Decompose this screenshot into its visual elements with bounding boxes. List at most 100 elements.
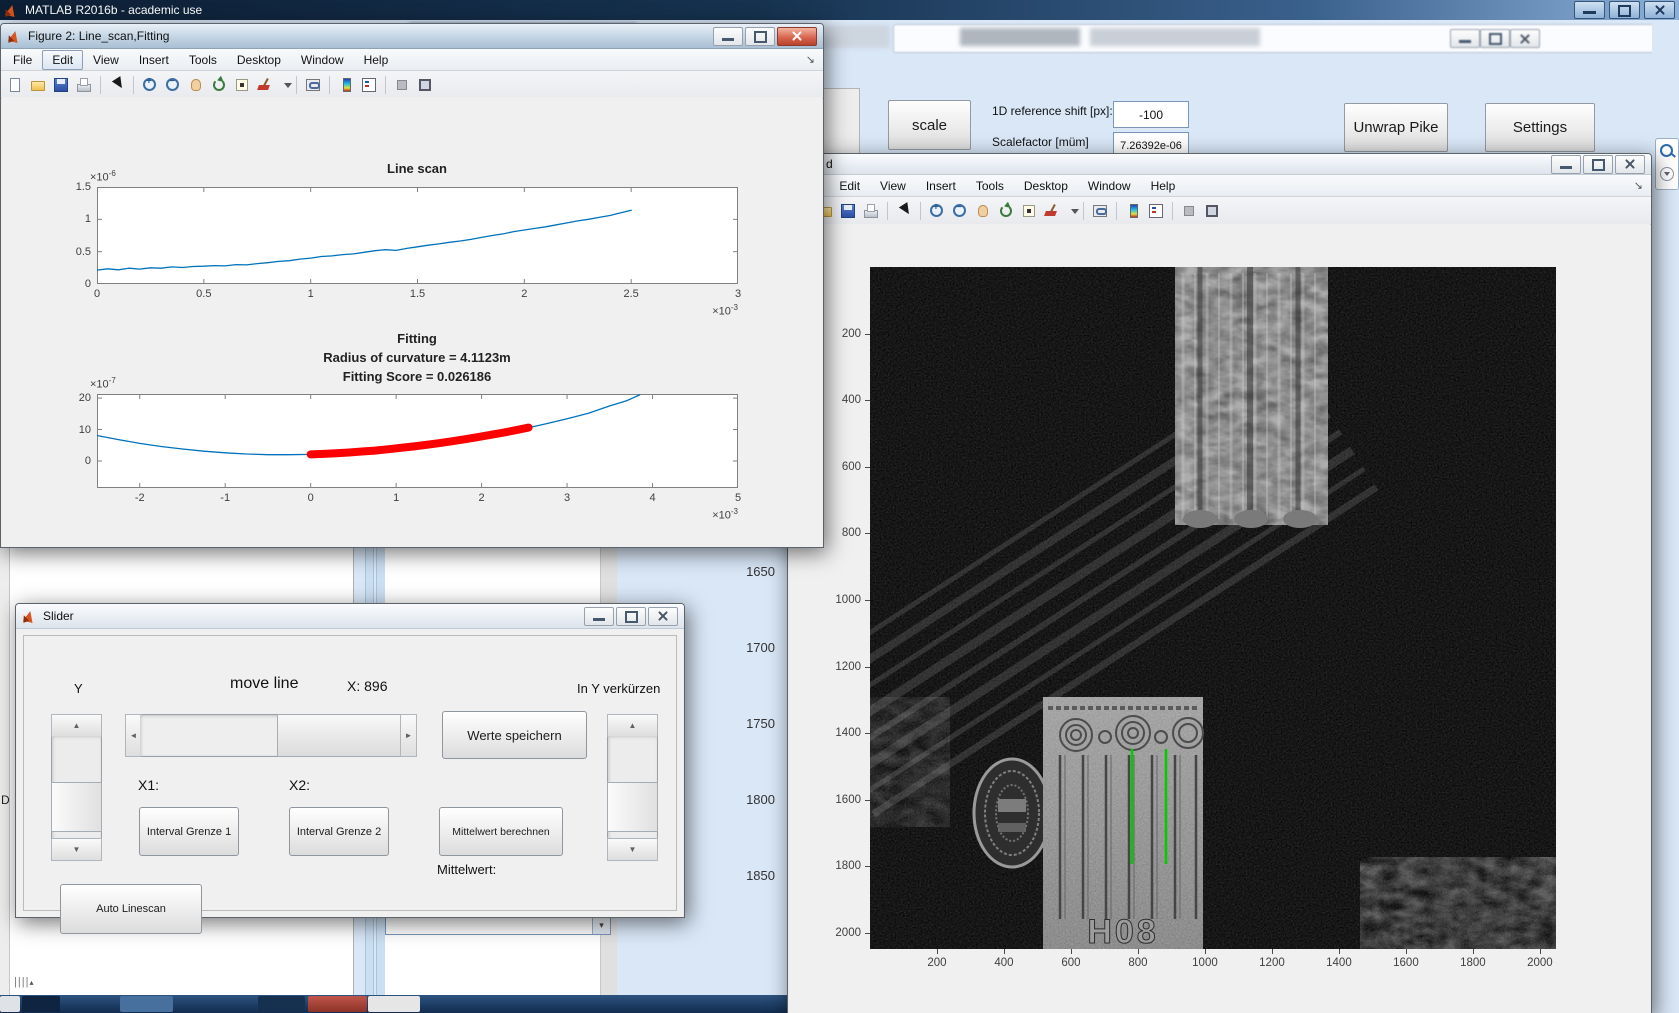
restore-button[interactable] (1609, 1, 1640, 19)
search-box[interactable] (1655, 138, 1679, 190)
taskbar-item[interactable] (120, 996, 173, 1012)
dock-arrow-icon[interactable]: ↘ (806, 53, 815, 66)
insert-colorbar-icon[interactable] (337, 76, 355, 94)
taskbar-item[interactable] (22, 996, 60, 1012)
move-line-slider[interactable]: ◄ ► (125, 714, 417, 757)
menu-desktop[interactable]: Desktop (227, 50, 291, 70)
pointer-icon[interactable] (108, 76, 126, 94)
close-button[interactable] (1615, 154, 1645, 174)
dropdown-caret-icon[interactable] (1066, 202, 1079, 220)
interval-grenze-1-button[interactable]: Interval Grenze 1 (139, 807, 239, 856)
close-button[interactable] (777, 26, 817, 46)
menu-insert[interactable]: Insert (916, 176, 966, 196)
y-slider-left[interactable]: ▲ ▼ (51, 714, 102, 861)
werte-speichern-button[interactable]: Werte speichern (442, 711, 587, 759)
slider-down-button[interactable]: ▼ (51, 838, 102, 861)
restore-button[interactable] (745, 26, 775, 46)
zoom-in-icon[interactable] (928, 202, 946, 220)
print-icon[interactable] (75, 76, 93, 94)
taskbar-item[interactable] (368, 996, 420, 1012)
menu-edit[interactable]: Edit (829, 176, 870, 196)
link-plot-icon[interactable] (1091, 202, 1109, 220)
menu-desktop[interactable]: Desktop (1014, 176, 1078, 196)
figure2-window[interactable]: Figure 2: Line_scan,Fitting File Edit View… (0, 23, 824, 548)
wrapped-phase-image[interactable]: H08 (870, 267, 1556, 949)
slider-right-button[interactable]: ► (400, 714, 417, 757)
menu-help[interactable]: Help (1141, 176, 1186, 196)
dropdown-caret-icon[interactable] (279, 76, 292, 94)
y-slider-right[interactable]: ▲ ▼ (607, 714, 658, 861)
slider-thumb[interactable] (607, 781, 658, 832)
zoom-out-icon[interactable] (951, 202, 969, 220)
menu-window[interactable]: Window (1078, 176, 1141, 196)
menu-tools[interactable]: Tools (966, 176, 1014, 196)
close-button[interactable] (648, 606, 678, 626)
menu-window[interactable]: Window (291, 50, 354, 70)
show-plot-tools-icon[interactable] (1203, 202, 1221, 220)
minimize-button[interactable] (584, 606, 614, 626)
insert-legend-icon[interactable] (360, 76, 378, 94)
auto-linescan-button[interactable]: Auto Linescan (60, 884, 202, 934)
figure-window-right[interactable]: d FileEditViewInsertToolsDesktopWindowHe… (787, 153, 1652, 1013)
rotate-icon[interactable] (210, 76, 228, 94)
menu-edit[interactable]: Edit (42, 49, 84, 70)
insert-legend-icon[interactable] (1147, 202, 1165, 220)
insert-colorbar-icon[interactable] (1124, 202, 1142, 220)
slider-down-button[interactable]: ▼ (607, 838, 658, 861)
window-titlebar[interactable]: d (788, 154, 1651, 175)
zoom-in-icon[interactable] (141, 76, 159, 94)
window-titlebar[interactable]: Slider (16, 604, 684, 629)
menu-insert[interactable]: Insert (129, 50, 179, 70)
save-icon[interactable] (839, 202, 857, 220)
interval-grenze-2-button[interactable]: Interval Grenze 2 (289, 807, 389, 856)
restore-button[interactable] (1583, 154, 1613, 174)
link-plot-icon[interactable] (304, 76, 322, 94)
print-icon[interactable] (862, 202, 880, 220)
rotate-icon[interactable] (997, 202, 1015, 220)
close-button[interactable] (1644, 1, 1675, 19)
taskbar-item[interactable] (308, 996, 367, 1012)
matlab-main-titlebar[interactable]: MATLAB R2016b - academic use (0, 0, 1679, 20)
background-combobox[interactable]: ▾ (385, 915, 611, 935)
minimize-button[interactable] (713, 26, 743, 46)
zoom-out-icon[interactable] (164, 76, 182, 94)
slider-thumb[interactable] (276, 714, 407, 757)
save-icon[interactable] (52, 76, 70, 94)
pan-icon[interactable] (187, 76, 205, 94)
data-cursor-icon[interactable] (1020, 202, 1038, 220)
show-plot-tools-icon[interactable] (416, 76, 434, 94)
menu-view[interactable]: View (83, 50, 129, 70)
resize-grip[interactable]: ||||▴ (14, 976, 34, 988)
minimize-button[interactable] (1574, 1, 1605, 19)
brush-icon[interactable] (256, 76, 274, 94)
hide-plot-tools-icon[interactable] (393, 76, 411, 94)
search-icon[interactable] (1660, 144, 1673, 157)
slider-window[interactable]: Slider Y move line X: 896 In Y verkürzen… (15, 603, 685, 934)
slider-up-button[interactable]: ▲ (607, 714, 658, 737)
hide-plot-tools-icon[interactable] (1180, 202, 1198, 220)
data-cursor-icon[interactable] (233, 76, 251, 94)
minimize-button[interactable] (1551, 154, 1581, 174)
slider-up-button[interactable]: ▲ (51, 714, 102, 737)
windows-taskbar[interactable] (0, 995, 790, 1013)
restore-button[interactable] (616, 606, 646, 626)
ref-shift-input[interactable]: -100 (1113, 101, 1189, 128)
settings-button[interactable]: Settings (1485, 103, 1595, 152)
mittelwert-berechnen-button[interactable]: Mittelwert berechnen (439, 807, 563, 856)
menu-view[interactable]: View (870, 176, 916, 196)
new-doc-icon[interactable] (6, 76, 24, 94)
dock-arrow-icon[interactable]: ↘ (1634, 179, 1643, 192)
brush-icon[interactable] (1043, 202, 1061, 220)
menu-file[interactable]: File (3, 50, 42, 70)
pointer-icon[interactable] (895, 202, 913, 220)
unwrap-pike-button[interactable]: Unwrap Pike (1344, 103, 1448, 152)
dropdown-arrow-icon[interactable]: ▾ (592, 916, 610, 934)
menu-tools[interactable]: Tools (179, 50, 227, 70)
open-folder-icon[interactable] (29, 76, 47, 94)
expand-icon[interactable] (1660, 167, 1674, 181)
menu-help[interactable]: Help (354, 50, 399, 70)
taskbar-item[interactable] (258, 996, 305, 1012)
slider-thumb[interactable] (51, 781, 102, 832)
scale-button[interactable]: scale (888, 100, 971, 150)
window-titlebar[interactable]: Figure 2: Line_scan,Fitting (1, 24, 823, 49)
